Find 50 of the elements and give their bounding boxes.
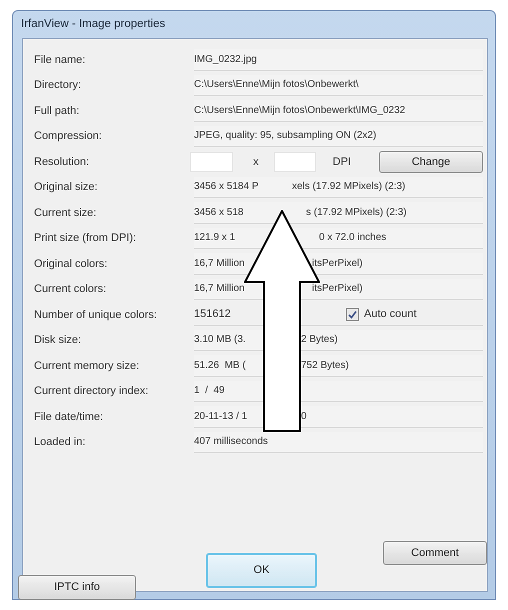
value-text: s (17.92 MPixels) (2:3)	[306, 206, 407, 220]
value-text: JPEG, quality: 95, subsampling ON (2x2)	[194, 129, 376, 144]
property-label: Current memory size:	[34, 358, 140, 374]
property-label: Loaded in:	[34, 435, 86, 450]
value-text: 1 / 49	[194, 384, 225, 398]
value-text: 16,7 Million	[194, 256, 246, 271]
property-label: Original size:	[34, 180, 99, 195]
value-text: 151612	[194, 307, 232, 322]
resolution-field[interactable]	[190, 152, 234, 172]
property-label: Current colors:	[34, 282, 108, 297]
iptc-info-button[interactable]: IPTC info	[18, 575, 136, 600]
property-label: File date/time:	[34, 410, 104, 424]
value-text: xels (17.92 MPixels) (2:3)	[292, 180, 406, 194]
separator-text: x	[253, 154, 259, 170]
value-text: 121.9 x 1	[194, 231, 236, 246]
value-text: 0 x 72.0 inches	[319, 231, 386, 246]
unit-text: DPI	[332, 154, 351, 170]
resolution-field[interactable]	[274, 152, 316, 172]
value-text: IMG_0232.jpg	[194, 52, 257, 67]
value-text: 20-11-13 / 1	[194, 410, 248, 424]
property-label: Print size (from DPI):	[34, 231, 138, 246]
value-text: 407 milliseconds	[194, 435, 268, 450]
value-text: itsPerPixel)	[312, 282, 363, 296]
property-label: Current directory index:	[34, 384, 150, 399]
value-text: C:\Users\Enne\Mijn fotos\Onbewerkt\	[194, 78, 359, 92]
property-label: Compression:	[34, 129, 103, 144]
property-label: Disk size:	[34, 333, 82, 348]
value-text: 3456 x 5184 P	[194, 180, 260, 194]
change-button[interactable]: Change	[379, 150, 483, 173]
value-text: 51.26 MB (	[194, 358, 247, 373]
property-label: Full path:	[34, 104, 80, 118]
property-label: Current size:	[34, 206, 98, 220]
value-text: C:\Users\Enne\Mijn fotos\Onbewerkt\IMG_0232	[194, 104, 406, 118]
value-text: 3456 x 518	[194, 206, 244, 220]
checkbox-label: Auto count	[364, 307, 417, 322]
value-text: 2 Bytes)	[301, 333, 338, 348]
value-text: 16,7 Million	[194, 282, 246, 296]
checkbox[interactable]	[346, 308, 359, 321]
value-text: 3.10 MB (3.	[194, 333, 247, 348]
property-label: Original colors:	[34, 256, 108, 272]
property-label: Directory:	[34, 78, 82, 93]
comment-button[interactable]: Comment	[383, 541, 487, 565]
value-text: 0	[301, 410, 307, 424]
property-label: File name:	[34, 52, 86, 68]
window-title: IrfanView - Image properties	[21, 16, 166, 32]
value-text: itsPerPixel)	[312, 256, 363, 271]
property-label: Number of unique colors:	[34, 308, 158, 322]
ok-button[interactable]: OK	[206, 553, 317, 588]
value-text: 752 Bytes)	[301, 358, 349, 373]
property-label: Resolution:	[34, 154, 90, 170]
